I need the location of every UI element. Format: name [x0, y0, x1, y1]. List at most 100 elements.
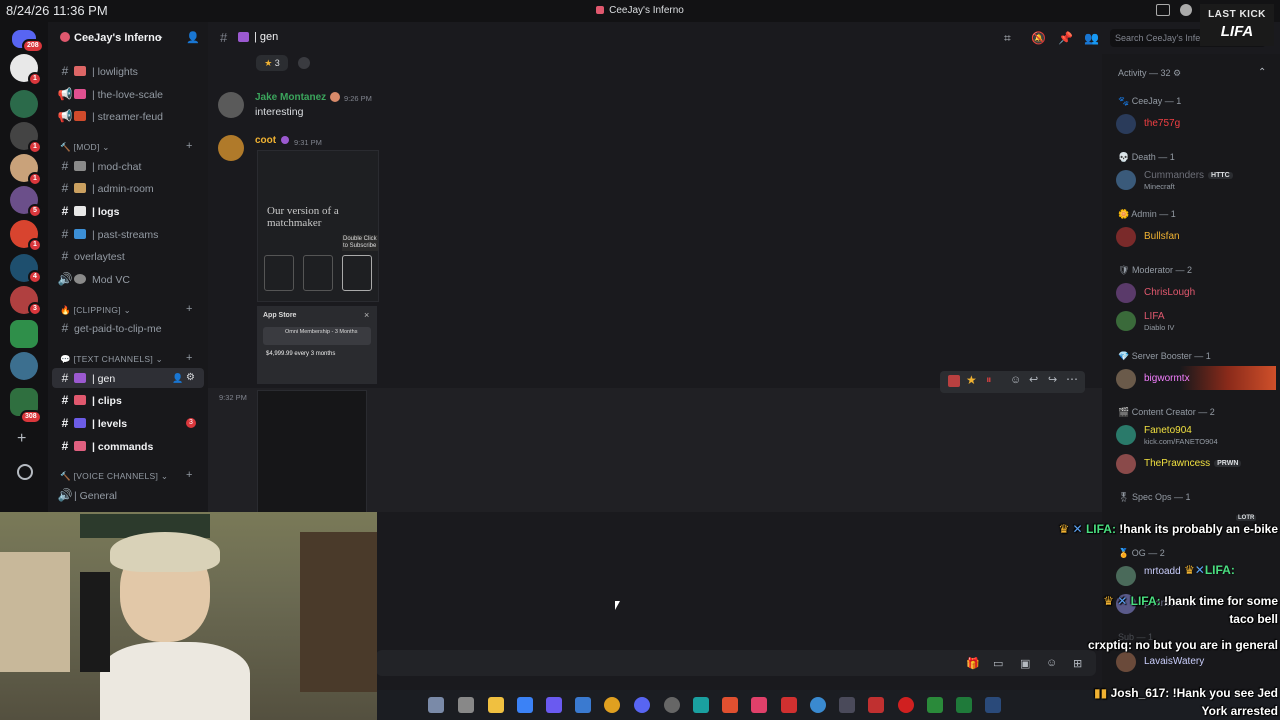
channel-past-streams[interactable]: # | past-streams [52, 224, 204, 244]
taskbar-app-icon[interactable] [546, 697, 562, 713]
invite-icon[interactable]: 👤 [172, 373, 183, 384]
channel-general-voice[interactable]: 🔊 | General [52, 485, 204, 505]
inbox-icon[interactable] [1156, 4, 1170, 16]
channel-mod-vc[interactable]: 🔊 Mod VC [52, 269, 204, 289]
member-name[interactable]: ThePrawncess PRWN [1144, 458, 1242, 469]
reaction-shortcut-icon[interactable] [948, 375, 960, 387]
channel-commands[interactable]: # | commands [52, 436, 204, 456]
more-icon[interactable]: ⋯ [1066, 372, 1078, 386]
member-name[interactable]: LIFA [1144, 311, 1165, 322]
member-name[interactable]: the757g [1144, 118, 1180, 129]
gear-icon[interactable]: ⚙ [186, 372, 195, 383]
taskbar-app-icon[interactable] [693, 697, 709, 713]
member-avatar[interactable] [1116, 652, 1136, 672]
member-avatar[interactable] [1116, 311, 1136, 331]
gif-icon[interactable]: ▭ [993, 657, 1003, 670]
member-name[interactable]: bigwormtx [1144, 373, 1190, 384]
category-voice-channels[interactable]: 🔨 [VOICE CHANNELS] ⌄ [60, 471, 168, 482]
channel-levels[interactable]: # | levels [52, 413, 204, 433]
channel-clips[interactable]: # | clips [52, 390, 204, 410]
message-author[interactable]: Jake Montanez [255, 92, 326, 103]
member-name[interactable]: ChrisLough [1144, 287, 1195, 298]
member-name[interactable]: LavaisWatery [1144, 656, 1204, 667]
explore-icon[interactable] [17, 464, 33, 480]
channel-the-love-scale[interactable]: 📢 | the-love-scale [52, 84, 204, 104]
star-icon[interactable]: ★ [966, 373, 977, 387]
discord-icon[interactable] [634, 697, 650, 713]
gear-icon[interactable]: ⚙ [1173, 68, 1181, 78]
add-channel-icon[interactable]: + [186, 352, 192, 364]
avatar[interactable] [218, 92, 244, 118]
add-channel-icon[interactable]: + [186, 303, 192, 315]
apps-icon[interactable]: ⊞ [1073, 657, 1082, 670]
taskbar-app-icon[interactable] [517, 697, 533, 713]
sticker-icon[interactable]: ▣ [1020, 657, 1030, 670]
category-text-channels[interactable]: 💬 [TEXT CHANNELS] ⌄ [60, 354, 163, 365]
add-server-icon[interactable]: + [17, 430, 26, 448]
member-avatar[interactable] [1116, 566, 1136, 586]
member-avatar[interactable] [1116, 227, 1136, 247]
channel-mod-chat[interactable]: # | mod-chat [52, 156, 204, 176]
image-attachment[interactable] [257, 390, 367, 514]
channel-overlaytest[interactable]: # overlaytest [52, 246, 204, 266]
reaction-star[interactable]: ★ 3 [256, 55, 288, 71]
member-avatar[interactable] [1116, 283, 1136, 303]
channel-logs[interactable]: # | logs [52, 201, 204, 221]
channel-admin-room[interactable]: # | admin-room [52, 178, 204, 198]
pin-icon[interactable]: 📌 [1058, 31, 1073, 45]
server-folder-icon[interactable] [10, 320, 38, 348]
member-name[interactable]: mrtoadd [1144, 566, 1181, 577]
member-avatar[interactable] [1116, 114, 1136, 134]
message-author[interactable]: coot [255, 135, 276, 146]
member-avatar[interactable] [1116, 454, 1136, 474]
channel-streamer-feud[interactable]: 📢 | streamer-feud [52, 106, 204, 126]
chevron-up-icon[interactable]: ⌃ [1258, 67, 1266, 78]
member-name[interactable]: Bullsfan [1144, 231, 1180, 242]
image-attachment[interactable]: Our version of a matchmaker Double Click… [257, 150, 379, 302]
gift-icon[interactable]: 🎁 [966, 657, 980, 670]
channel-lowlights[interactable]: # | lowlights [52, 61, 204, 81]
member-name[interactable]: Faneto904 [1144, 425, 1192, 436]
forward-icon[interactable]: ↪ [1048, 373, 1057, 386]
server-icon[interactable] [10, 352, 38, 380]
taskbar-app-icon[interactable] [458, 697, 474, 713]
taskbar-app-icon[interactable] [575, 697, 591, 713]
pause-icon[interactable]: ⏸ [986, 374, 992, 387]
help-icon[interactable] [810, 697, 826, 713]
xbox-icon[interactable] [927, 697, 943, 713]
threads-icon[interactable]: ⌗ [1004, 31, 1011, 46]
member-list-icon[interactable]: 👥 [1084, 31, 1099, 45]
image-attachment[interactable]: App Store × Omni Membership - 3 Months $… [257, 306, 377, 384]
chrome-icon[interactable] [604, 697, 620, 713]
mute-bell-icon[interactable]: 🔕 [1031, 31, 1046, 45]
member-avatar[interactable] [1116, 425, 1136, 445]
taskbar-app-icon[interactable] [428, 697, 444, 713]
obs-icon[interactable] [898, 697, 914, 713]
help-icon[interactable] [1180, 4, 1192, 16]
excel-icon[interactable] [956, 697, 972, 713]
chevron-down-icon[interactable]: ⌄ [156, 31, 164, 42]
taskbar-app-icon[interactable] [664, 697, 680, 713]
folder-icon[interactable] [488, 697, 504, 713]
music-icon[interactable] [751, 697, 767, 713]
message-input[interactable] [376, 650, 1096, 676]
avatar[interactable] [218, 135, 244, 161]
server-icon[interactable] [10, 90, 38, 118]
add-reaction-icon[interactable] [298, 57, 310, 69]
reply-icon[interactable]: ↩ [1029, 373, 1038, 386]
member-avatar[interactable] [1116, 369, 1136, 389]
add-channel-icon[interactable]: + [186, 140, 192, 152]
emoji-icon[interactable]: ☺ [1010, 374, 1021, 386]
add-member-icon[interactable]: 👤 [186, 31, 200, 44]
channel-get-paid-to-clip-me[interactable]: # get-paid-to-clip-me [52, 318, 204, 338]
taskbar-app-icon[interactable] [781, 697, 797, 713]
brave-icon[interactable] [722, 697, 738, 713]
member-name[interactable]: Cummanders HTTC [1144, 170, 1233, 181]
steam-icon[interactable] [985, 697, 1001, 713]
category-mod[interactable]: 🔨 [MOD] ⌄ [60, 142, 110, 153]
add-channel-icon[interactable]: + [186, 469, 192, 481]
taskbar-app-icon[interactable] [868, 697, 884, 713]
taskbar-app-icon[interactable] [839, 697, 855, 713]
category-clipping[interactable]: 🔥 [CLIPPING] ⌄ [60, 305, 131, 316]
server-name[interactable]: CeeJay's Inferno [74, 32, 162, 44]
